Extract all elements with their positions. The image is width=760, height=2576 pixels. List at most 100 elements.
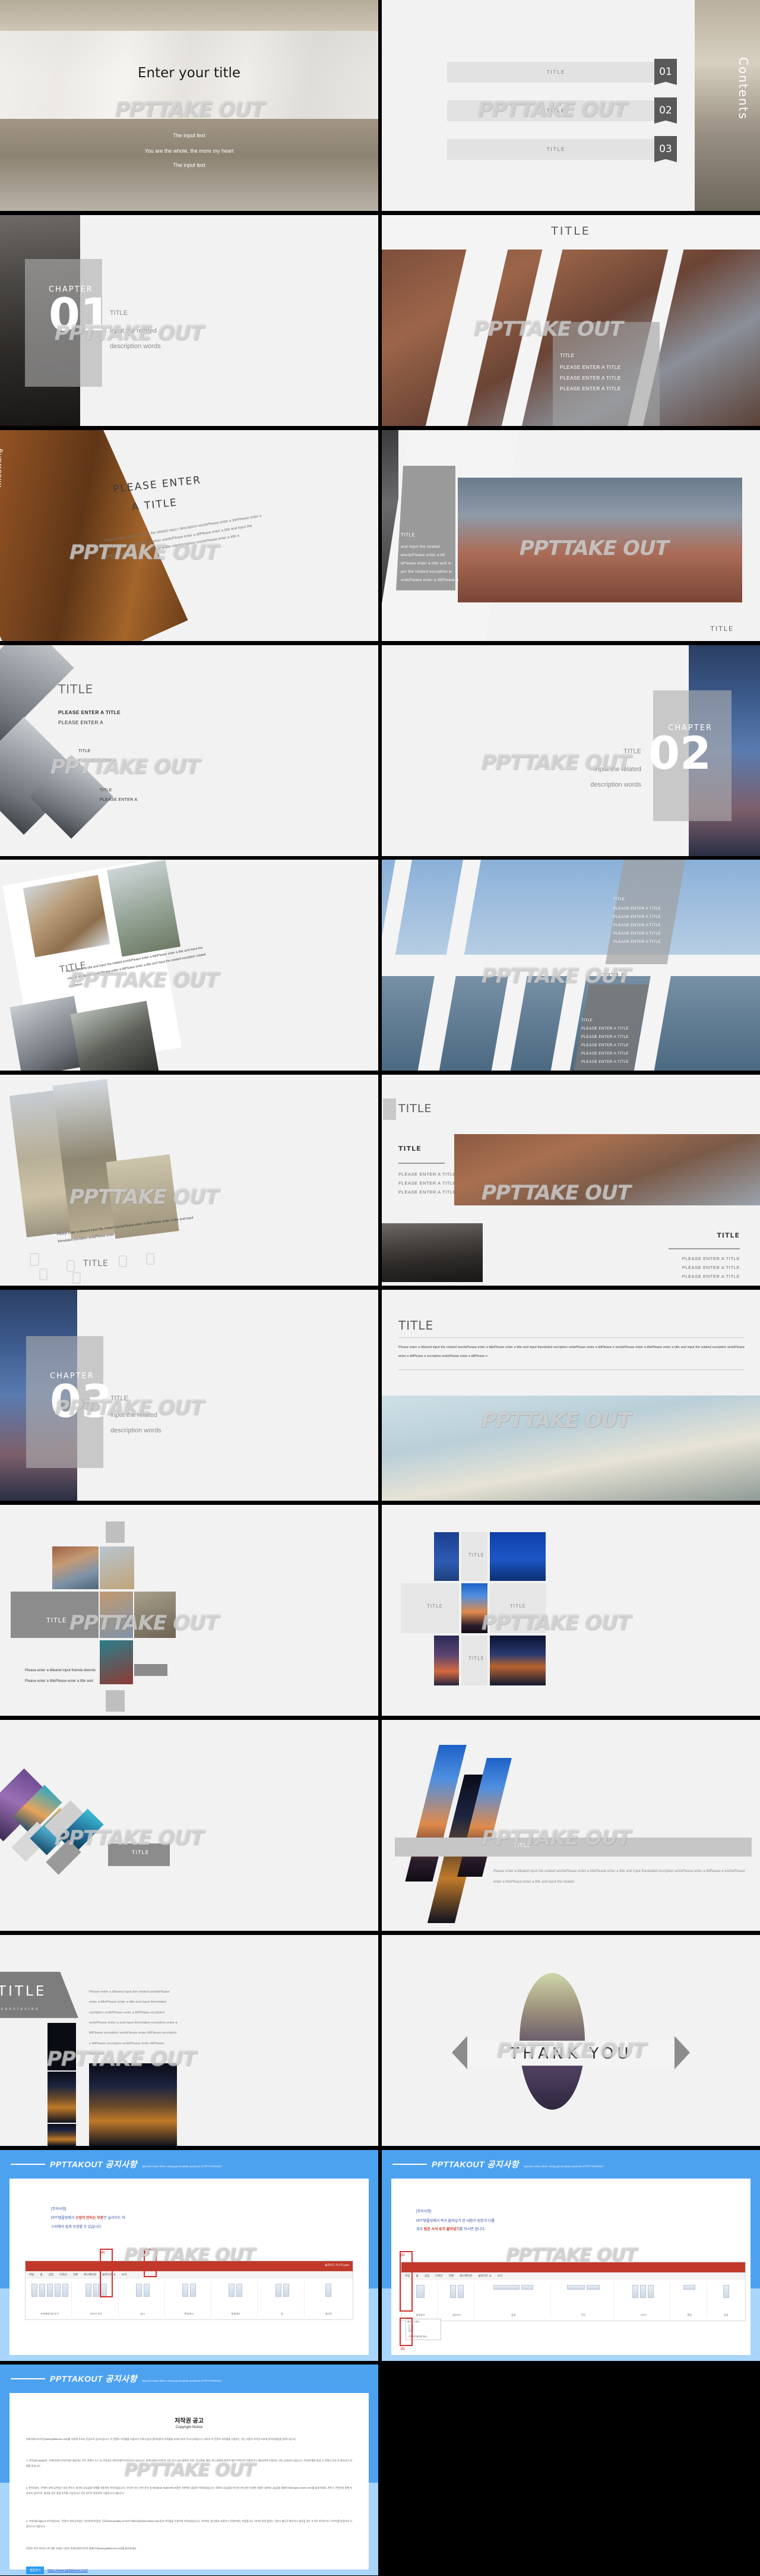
- slide-tilted-photos[interactable]: TITLE Please enter a title and input the…: [0, 860, 378, 1071]
- two-panel-header: TITLE: [398, 1102, 432, 1116]
- skew-top-3: PLEASE ENTER A TITLE: [613, 932, 661, 936]
- ppt2-group-6: 음성: [710, 2283, 743, 2318]
- copyright-p3: 3. 이미지(image) & 아이콘(icon) : 콘텐츠 내에 담겨있는 …: [26, 2520, 352, 2528]
- ppt2-tab-1[interactable]: 홈: [416, 2274, 418, 2278]
- slide-louvre-collage[interactable]: Please enter a titleand input the relate…: [0, 1075, 378, 1286]
- slide-cover[interactable]: Enter your title PPTTAKE OUT The input t…: [0, 0, 378, 211]
- notice-2-header: PPTTAKOUT 공지사항 Special notice when using…: [392, 2158, 604, 2170]
- visit-url-link[interactable]: https://www.ppttakeout.com/: [48, 2569, 87, 2572]
- ppt-tab-7[interactable]: 보기: [122, 2273, 126, 2277]
- ppt2-group-6-icons[interactable]: [723, 2283, 729, 2298]
- ppt2-group-5-icons[interactable]: [683, 2283, 696, 2290]
- ppt2-tab-4[interactable]: 전환: [449, 2274, 454, 2278]
- contents-row-1[interactable]: TITLE: [447, 62, 665, 83]
- ppt2-tab-2[interactable]: 삽입: [425, 2274, 429, 2278]
- slide-please-enter[interactable]: misswang PLEASE ENTER A TITLE Please ent…: [0, 430, 378, 641]
- notice-2-mark-1: (1): [401, 2253, 405, 2257]
- ppt2-group-2-icons[interactable]: [493, 2283, 534, 2290]
- ppt2-group-1-icons[interactable]: [450, 2283, 464, 2298]
- ppt-tab-5[interactable]: 애니메이션: [84, 2273, 96, 2277]
- diamond-l2t: TITLE: [78, 749, 91, 753]
- copyright-header: PPTTAKOUT 공지사항 Special notice when using…: [11, 2373, 222, 2385]
- cover-sub-3: The input text: [173, 162, 205, 168]
- contents-row-2[interactable]: TITLE: [447, 100, 665, 121]
- slide-grey-trapezoid[interactable]: TITLE and input the related wordsPlease …: [382, 430, 760, 641]
- ppt2-tab-5[interactable]: 애니메이션: [460, 2274, 472, 2278]
- visit-button[interactable]: 방문하기: [26, 2566, 45, 2575]
- cover-sub-2: You are the whole, the more my heart: [144, 148, 234, 154]
- slide-text-over-photo[interactable]: TITLE Please enter a titleand input the …: [382, 1290, 760, 1501]
- ppt-group-6-icons[interactable]: [325, 2281, 332, 2297]
- paste-icon[interactable]: [416, 2283, 425, 2298]
- chapter-01-side-line2: description words: [110, 342, 161, 350]
- cover-title: Enter your title: [137, 65, 241, 81]
- ppt-group-3-icons[interactable]: [182, 2281, 196, 2297]
- skew-top-4: PLEASE ENTER A TITLE: [613, 940, 661, 945]
- slide-chapter-02[interactable]: CHAPTER 02 TITLE input the related descr…: [382, 645, 760, 856]
- ppt-group-4-icons[interactable]: [229, 2281, 243, 2297]
- ppt2-tab-7[interactable]: 보기: [498, 2274, 502, 2278]
- ppt-group-5-icons[interactable]: [275, 2281, 289, 2297]
- conclusion-photo-2: [48, 2071, 76, 2123]
- trapezoid-body-4: ordsPlease enter a titlPlease e: [401, 577, 459, 582]
- blue-tile-4: [434, 1636, 459, 1686]
- slide-notice-1[interactable]: PPTTAKOUT 공지사항 Special notice when using…: [0, 2149, 378, 2361]
- mosaic-photo-5: [100, 1640, 133, 1685]
- slide-thank-you[interactable]: THANK YOU PPTTAKE OUT: [382, 1934, 760, 2146]
- notice-2-note-line1: PPT템플릿에서 복사 붙여넣기 한 내용이 원본과 다를: [416, 2219, 495, 2223]
- chapter-03-side-title: TITLE: [110, 1395, 128, 1403]
- slide-blank: [382, 2365, 760, 2576]
- slide-mosaic-venice[interactable]: TITLE Please enter a titleand input ther…: [0, 1505, 378, 1716]
- ppt-tabbar[interactable]: 파일 홈 삽입 디자인 전환 애니메이션 슬라이드 쇼 보기: [26, 2271, 353, 2279]
- copyright-p2: 2. 폰트(font) : 콘텐츠 내에 담겨있는 일부 폰트는 네이버 나눔글…: [26, 2486, 352, 2495]
- ppt-tab-4[interactable]: 전환: [73, 2273, 78, 2277]
- ppt2-group-3: 단락: [553, 2282, 615, 2318]
- slide-title-diagonal[interactable]: TITLE TITLE PLEASE ENTER A TITLE PLEASE …: [382, 214, 760, 426]
- text-photo-body: Please enter a titleand input the relate…: [398, 1346, 745, 1358]
- blue-title-1: TITLE: [468, 1552, 484, 1558]
- ppt-tab-1[interactable]: 홈: [40, 2273, 42, 2277]
- slide-notice-2[interactable]: PPTTAKOUT 공지사항 Special notice when using…: [382, 2149, 760, 2361]
- ppt-tabbar[interactable]: 파일 홈 삽입 디자인 전환 애니메이션 슬라이드 쇼 보기: [401, 2272, 745, 2280]
- notice-2-l2c: 를 하시면 됩니다.: [459, 2227, 486, 2231]
- thankyou-text: THANK YOU: [509, 2044, 632, 2063]
- ppt2-tab-3[interactable]: 디자인: [435, 2274, 443, 2278]
- slide-contents[interactable]: Contents TITLE 01 TITLE 02 TITLE 03 PPTT…: [382, 0, 760, 211]
- contents-row-1-number: 01: [654, 59, 677, 85]
- chapter-02-side-title: TITLE: [623, 747, 641, 755]
- ppt-tab-3[interactable]: 디자인: [59, 2273, 67, 2277]
- ppt-group-0-icons[interactable]: [31, 2281, 68, 2297]
- slide-mosaic-blue[interactable]: TITLE TITLE TITLE TITLE PPTTAKE OUT: [382, 1505, 760, 1716]
- contents-row-3[interactable]: TITLE: [447, 139, 665, 160]
- ppt-tab-2[interactable]: 삽입: [49, 2273, 53, 2277]
- ppt-tab-0[interactable]: 파일: [29, 2273, 34, 2277]
- mosaic-grey-top: [106, 1521, 125, 1543]
- slide-copyright-notice[interactable]: PPTTAKOUT 공지사항 Special notice when using…: [0, 2365, 378, 2576]
- ppt2-group-3-icons[interactable]: [566, 2283, 600, 2290]
- slide-diamond-list[interactable]: TITLE PLEASE ENTER A TITLE PLEASE ENTER …: [0, 645, 378, 856]
- ppt-group-2-icons[interactable]: [135, 2281, 150, 2297]
- ppt2-tab-6[interactable]: 슬라이드 쇼: [478, 2274, 491, 2278]
- diamond-strip-title: TITLE: [132, 1849, 150, 1856]
- conclusion-title: TITLE: [0, 1983, 47, 1999]
- text-photo-rule-top: [398, 1337, 745, 1338]
- text-photo-title: TITLE: [398, 1318, 434, 1333]
- slide-skew-columns[interactable]: TITLE PLEASE ENTER A TITLE PLEASE ENTER …: [382, 860, 760, 1071]
- slide-skew-city[interactable]: TITLE Please enter a titleand input the …: [382, 1719, 760, 1931]
- mosaic-body-1: Please enter a titleand input therela dw…: [25, 1668, 96, 1673]
- slide-two-panel-title[interactable]: TITLE TITLE PLEASE ENTER A TITLE PLEASE …: [382, 1075, 760, 1286]
- ppt-titlebar: 슬라이드 마스터.pptx: [26, 2261, 353, 2271]
- copyright-visit-row[interactable]: 방문하기 https://www.ppttakeout.com/: [26, 2566, 88, 2575]
- diagonal-header-title: TITLE: [551, 224, 591, 238]
- header-rule-icon: [11, 2163, 45, 2165]
- ppt-group-1-label: 마스터 보기: [90, 2312, 102, 2315]
- mosaic-grey-bottom: [106, 1690, 125, 1712]
- slide-chapter-03[interactable]: CHAPTER 03 TITLE input the related descr…: [0, 1290, 378, 1501]
- notice-2-mark-2: (2): [401, 2347, 405, 2351]
- ppt2-group-4-icons[interactable]: [632, 2283, 654, 2298]
- slide-conclusion[interactable]: TITLE c o n c l u s i o n Please enter a…: [0, 1934, 378, 2146]
- contents-side-word: Contents: [736, 57, 750, 120]
- notice-2-note-line2: 경우 원본 서식 유지 붙여넣기를 하시면 됩니다.: [416, 2226, 486, 2231]
- slide-chapter-01[interactable]: CHAPTER 01 TITLE input the related descr…: [0, 214, 378, 426]
- slide-diamond-strip[interactable]: TITLE PPTTAKE OUT: [0, 1719, 378, 1931]
